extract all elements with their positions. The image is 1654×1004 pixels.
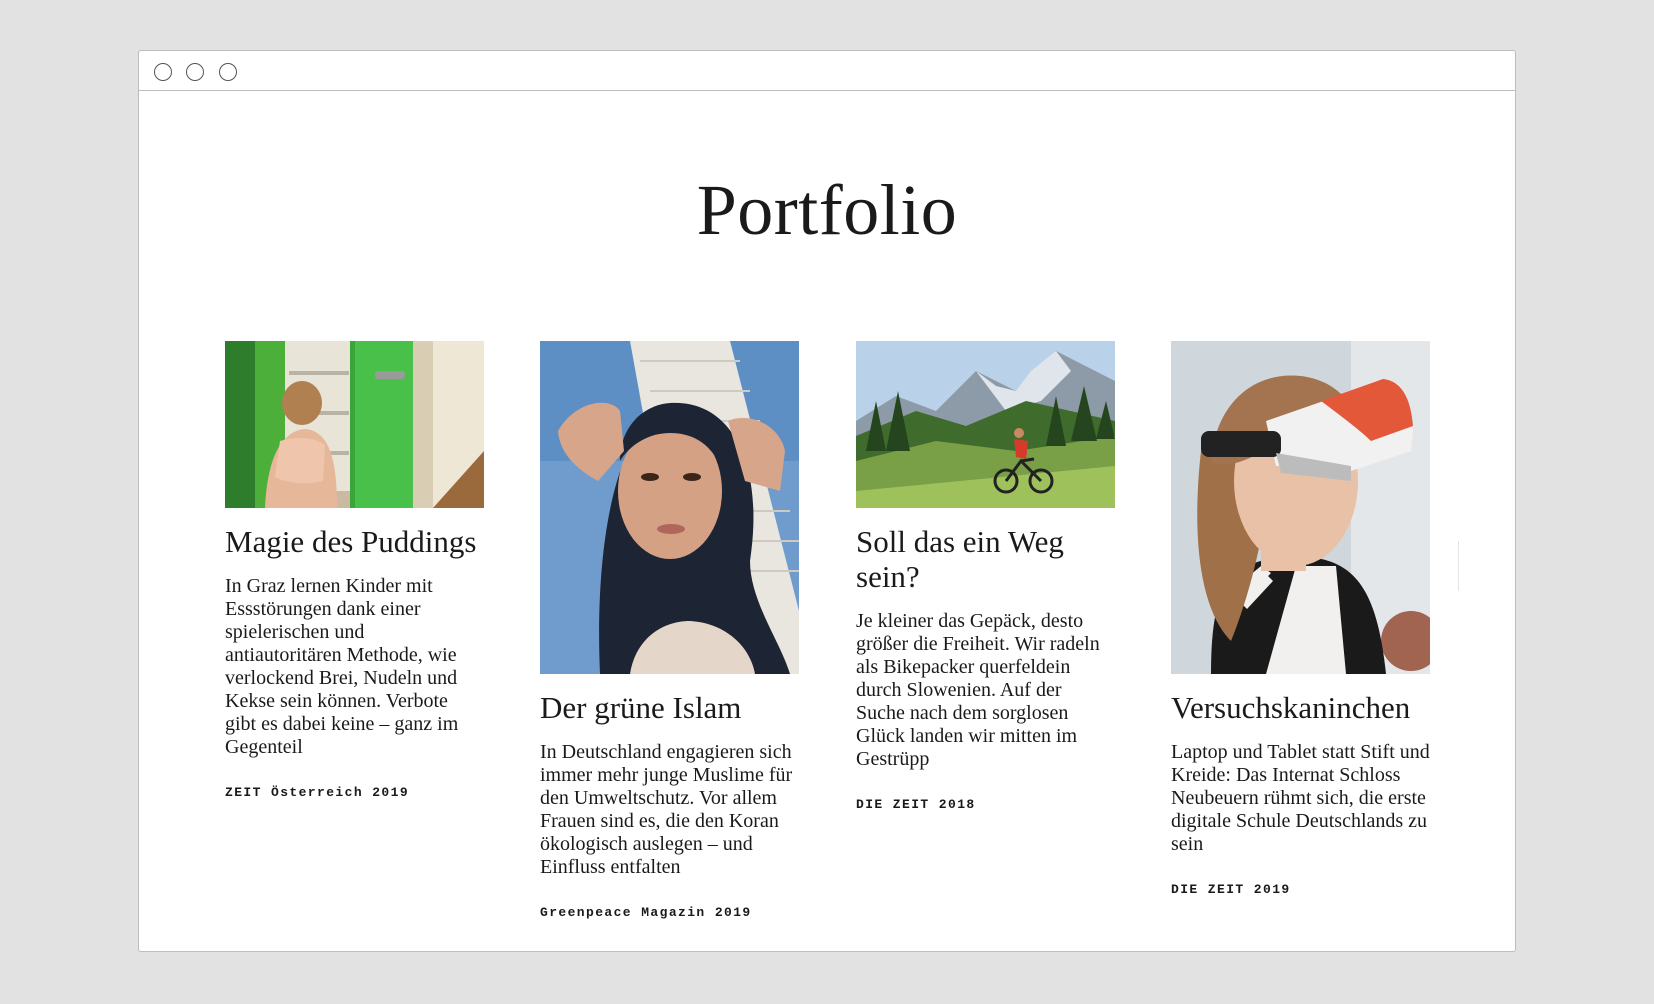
card-title[interactable]: Versuchskaninchen xyxy=(1171,690,1430,725)
portfolio-card-weg[interactable]: Soll das ein Weg sein? Je kleiner das Ge… xyxy=(856,341,1115,812)
article-image-child-fridge[interactable] xyxy=(225,341,484,508)
window-minimize-button[interactable] xyxy=(186,63,204,81)
card-source: DIE ZEIT 2019 xyxy=(1171,882,1291,897)
window-close-button[interactable] xyxy=(154,63,172,81)
card-title[interactable]: Soll das ein Weg sein? xyxy=(856,524,1115,594)
page-title: Portfolio xyxy=(696,170,958,250)
portfolio-card-puddings[interactable]: Magie des Puddings In Graz lernen Kinder… xyxy=(225,341,484,800)
card-source: Greenpeace Magazin 2019 xyxy=(540,905,752,920)
card-description: Je kleiner das Gepäck, desto größer die … xyxy=(856,610,1100,770)
portfolio-card-versuchskaninchen[interactable]: Versuchskaninchen Laptop und Tablet stat… xyxy=(1171,341,1430,897)
card-source: ZEIT Österreich 2019 xyxy=(225,785,410,800)
window-titlebar xyxy=(139,51,1515,91)
card-description: In Deutschland engagieren sich immer meh… xyxy=(540,741,793,878)
article-image-woman-headscarf[interactable] xyxy=(540,341,799,674)
article-image-bikepacker[interactable] xyxy=(856,341,1115,508)
card-description: Laptop und Tablet statt Stift und Kreide… xyxy=(1171,741,1430,855)
scroll-indicator[interactable] xyxy=(1458,541,1459,591)
card-source: DIE ZEIT 2018 xyxy=(856,797,976,812)
card-title[interactable]: Magie des Puddings xyxy=(225,524,484,559)
portfolio-card-islam[interactable]: Der grüne Islam In Deutschland engagiere… xyxy=(540,341,799,920)
window-maximize-button[interactable] xyxy=(219,63,237,81)
card-title[interactable]: Der grüne Islam xyxy=(540,690,799,725)
article-image-vr-headset[interactable] xyxy=(1171,341,1430,674)
browser-window: Portfolio Magie des Puddings In Graz ler… xyxy=(138,50,1516,952)
card-description: In Graz lernen Kinder mit Essstörungen d… xyxy=(225,575,459,758)
